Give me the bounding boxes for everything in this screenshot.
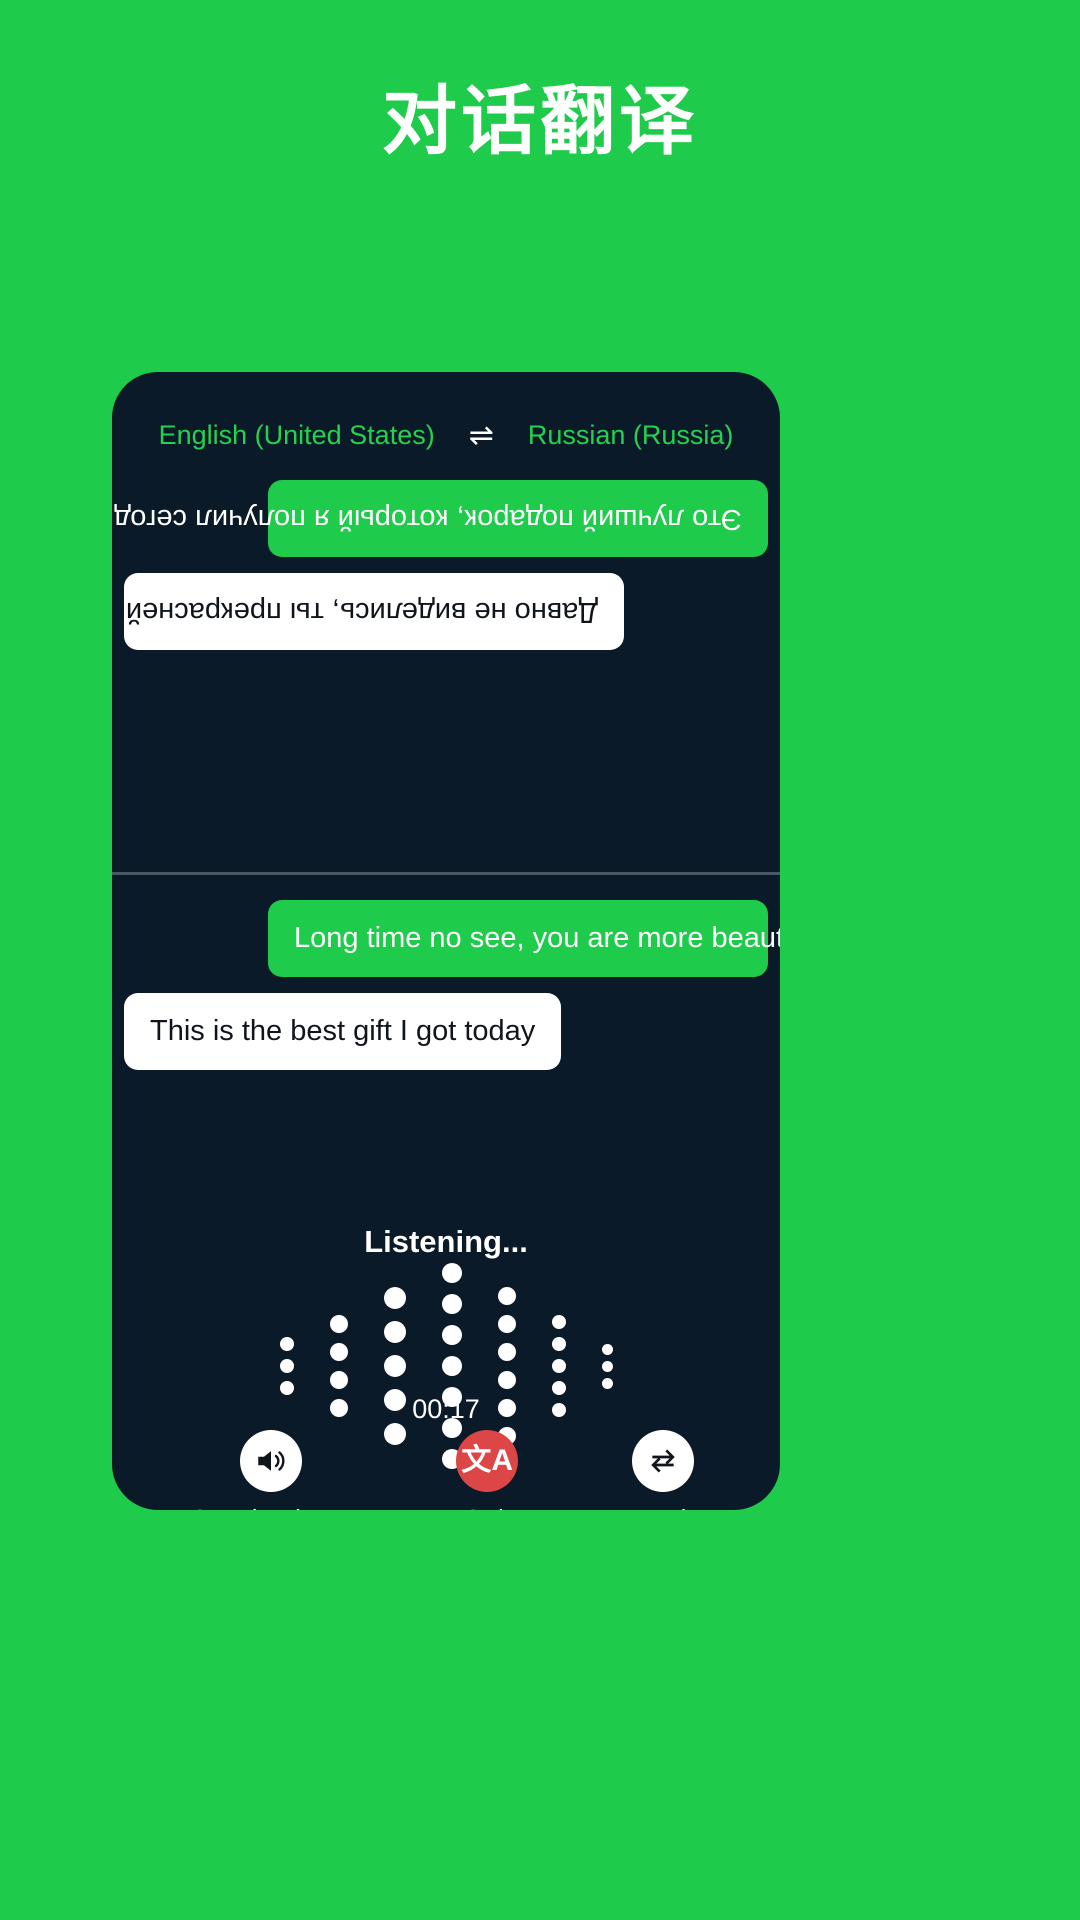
listening-status-label: Listening...	[364, 1224, 528, 1259]
waveform-dot	[383, 1321, 406, 1343]
speaker-on-icon[interactable]	[239, 1430, 302, 1492]
waveform-dot	[497, 1343, 516, 1361]
waveform-dot	[383, 1355, 406, 1377]
chat-bubble-local-white[interactable]: This is the best gift I got today	[124, 992, 562, 1070]
waveform-dot	[383, 1287, 406, 1309]
waveform-column	[279, 1337, 294, 1395]
chat-bubble-local-green[interactable]: Long time no see, you are more beautiful	[268, 900, 780, 977]
message-row: Это лучший подарок, который я получил се…	[112, 480, 780, 557]
chat-bubble-remote-green[interactable]: Это лучший подарок, который я получил се…	[112, 480, 768, 557]
source-language-selector[interactable]: English (United States)	[159, 420, 435, 451]
swap-repeat-icon[interactable]	[631, 1430, 694, 1492]
waveform-dot	[497, 1287, 516, 1305]
waveform-dot	[497, 1315, 516, 1333]
target-language-selector[interactable]: Russian (Russia)	[528, 420, 734, 451]
recording-timer: 00:17	[412, 1394, 480, 1424]
language-bar: English (United States) ⇌ Russian (Russi…	[112, 420, 780, 451]
waveform-dot	[279, 1381, 294, 1395]
translate-glyph: 文A	[461, 1444, 513, 1477]
waveform-dot	[279, 1359, 294, 1373]
waveform-dot	[441, 1356, 462, 1376]
phone-card: English (United States) ⇌ Russian (Russi…	[112, 372, 780, 1510]
chat-bubble-remote-white[interactable]: Давно не виделись, ты прекрасней	[124, 572, 624, 650]
waveform-dot	[551, 1315, 566, 1329]
waveform-dot	[441, 1263, 462, 1283]
waveform-dot	[497, 1371, 516, 1389]
pane-divider	[112, 872, 780, 875]
waveform-dot	[329, 1315, 348, 1333]
toggle-label: Toggle	[624, 1504, 701, 1510]
waveform-dot	[601, 1343, 613, 1355]
waveform-dot	[441, 1325, 462, 1345]
speaker-toggle-button[interactable]: Speaker is on	[191, 1430, 350, 1510]
local-conversation-pane: Long time no see, you are more beautiful…	[112, 884, 780, 1204]
waveform-dot	[329, 1343, 348, 1361]
page-title: 对话翻译	[381, 79, 698, 163]
waveform-dot	[329, 1371, 348, 1389]
waveform-dot	[279, 1337, 294, 1351]
message-row: Long time no see, you are more beautiful	[112, 900, 780, 977]
message-row: Давно не виделись, ты прекрасней	[112, 572, 780, 650]
waveform-dot	[551, 1337, 566, 1351]
waveform-dot	[601, 1377, 613, 1389]
speaker-toggle-label: Speaker is on	[191, 1504, 350, 1510]
quit-label: Quit	[463, 1504, 511, 1510]
toggle-button[interactable]: Toggle	[624, 1430, 701, 1510]
message-row: This is the best gift I got today	[112, 992, 780, 1070]
waveform-column	[601, 1343, 613, 1389]
waveform-dot	[551, 1381, 566, 1395]
control-bar: Speaker is on 文A Quit Toggle	[112, 1430, 780, 1510]
remote-conversation-pane: Давно не виделись, ты прекрасней Это луч…	[112, 468, 780, 868]
quit-button[interactable]: 文A Quit	[456, 1430, 519, 1510]
swap-horizontal-icon[interactable]: ⇌	[469, 420, 494, 451]
translate-icon[interactable]: 文A	[456, 1430, 519, 1492]
waveform-dot	[601, 1360, 613, 1372]
waveform-dot	[441, 1294, 462, 1314]
waveform-dot	[551, 1359, 566, 1373]
